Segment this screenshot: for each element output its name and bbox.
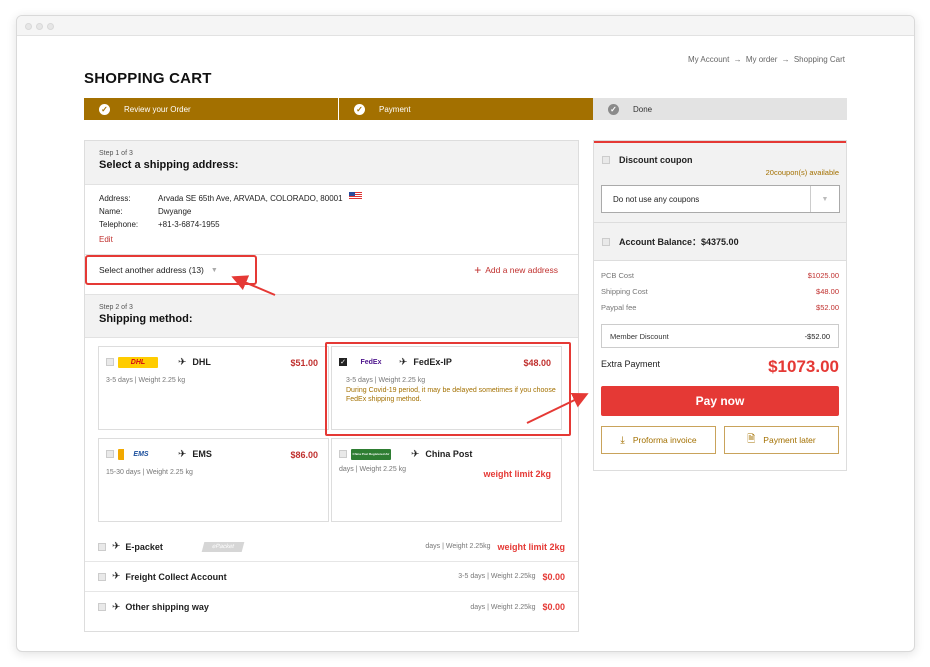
arrow-to-pay-now xyxy=(526,393,589,424)
browser-window: My Account → My order → Shopping Cart SH… xyxy=(16,15,915,652)
annotation-arrows xyxy=(231,275,589,424)
arrow-to-select-address xyxy=(231,275,276,296)
